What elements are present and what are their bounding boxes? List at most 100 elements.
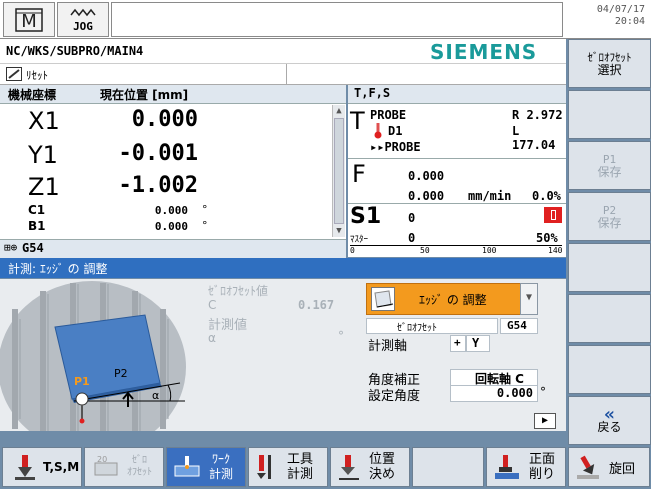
edge-method-icon	[371, 287, 395, 311]
feed-unit: mm/min	[468, 189, 512, 203]
datetime: 04/07/17 20:04	[597, 4, 645, 28]
zero-offset-icon: 20	[94, 455, 118, 476]
softkey-p1-save[interactable]: P1 保存	[568, 141, 651, 190]
axis-value: -0.001	[118, 141, 198, 166]
softkey-face-milling-label2: 削り	[529, 467, 556, 482]
top-bar: M JOG 04/07/17 20:04	[0, 0, 651, 39]
softkey-zero-offset-select[interactable]: ｾﾞﾛｵﾌｾｯﾄ 選択	[568, 39, 651, 88]
softkey-p2-save[interactable]: P2 保存	[568, 192, 651, 241]
axis-unit: °	[202, 203, 208, 216]
feed-letter: F	[352, 160, 366, 188]
back-chevron-icon: «	[604, 403, 615, 425]
axis-panel-title: 機械座標	[8, 88, 57, 102]
softkey-blank-6[interactable]	[568, 294, 651, 343]
softkey-work-measure[interactable]: ﾜｰｸ 計測	[166, 447, 246, 487]
c-label: C	[208, 298, 217, 312]
axis-name: C1	[28, 203, 46, 217]
softkey-zero-offset-label2: ｵﾌｾｯﾄ	[127, 467, 152, 478]
axis-value: 0.000	[154, 220, 188, 233]
set-angle-label: 設定角度	[368, 389, 421, 404]
softkey-swivel[interactable]: 旋回	[568, 447, 650, 487]
softkey-zero-offset-label1: ｾﾞﾛ	[132, 455, 147, 466]
softkey-blank-7[interactable]	[568, 345, 651, 394]
axis-row-z1: Z1 -1.002	[0, 171, 330, 201]
axis-value: 0.000	[154, 204, 188, 217]
feed-set: 0.000	[408, 189, 445, 203]
softkey-blank-2[interactable]	[568, 90, 651, 139]
scroll-up-icon[interactable]: ▲	[333, 105, 345, 117]
softkey-tool-measure[interactable]: 工具 計測	[248, 447, 328, 487]
jog-label: JOG	[73, 20, 93, 33]
chevron-down-icon[interactable]: ▼	[520, 283, 538, 315]
softkey-p1-save-label2: 保存	[597, 164, 622, 179]
diagram-p1-label: P1	[74, 375, 90, 388]
jog-mode-button[interactable]: JOG	[57, 2, 109, 37]
softkey-blank-5[interactable]	[568, 243, 651, 292]
softkey-work-measure-label2: 計測	[209, 467, 234, 481]
measure-method-value: ｴｯｼﾞ の 調整	[419, 293, 487, 307]
axis-value: 0.000	[131, 107, 198, 132]
axis-name: Y1	[28, 141, 58, 169]
feed-override: 0.0%	[532, 189, 561, 203]
zero-offset-field[interactable]: G54	[500, 318, 538, 334]
scroll-down-icon[interactable]: ▼	[333, 225, 345, 237]
path-bar: NC/WKS/SUBPRO/MAIN4 SIEMENS	[0, 39, 566, 64]
edge-measure-diagram: P1 P2 α	[0, 281, 186, 431]
softkey-positioning[interactable]: 位置 決め	[330, 447, 410, 487]
zero-offset-label-box: ｾﾞﾛｵﾌｾｯﾄ	[366, 318, 498, 334]
machine-mode-button[interactable]: M	[3, 2, 55, 37]
softkey-back[interactable]: «戻る	[568, 396, 651, 445]
softkey-tool-measure-label1: 工具	[287, 452, 314, 467]
axis-select-field[interactable]: Y	[466, 335, 490, 352]
work-offset-bar: ⊞⊕ G54	[0, 239, 346, 258]
softkey-zero-offset[interactable]: 20 ｾﾞﾛ ｵﾌｾｯﾄ	[84, 447, 164, 487]
softkey-p2-save-label2: 保存	[597, 215, 622, 230]
axis-row-b1: B1 0.000 °	[0, 219, 330, 235]
time: 20:04	[614, 16, 645, 27]
tfs-panel: T,F,S T PROBE R 2.972 D1 L 177.04 ▸▸PROB…	[348, 85, 566, 257]
position-header: 現在位置 [mm]	[100, 88, 189, 102]
softkey-face-milling[interactable]: 正面 削り	[486, 447, 566, 487]
tool-name: PROBE	[370, 108, 407, 122]
diagram-alpha-label: α	[152, 389, 159, 402]
axis-panel: 機械座標 現在位置 [mm] X1 0.000 Y1 -0.001 Z1 -1.002 C1…	[0, 85, 346, 258]
scroll-thumb[interactable]	[334, 118, 344, 224]
more-arrow-icon[interactable]: ▶	[534, 413, 556, 429]
axis-name: Z1	[28, 173, 60, 201]
axis-sign-field[interactable]: +	[450, 335, 466, 352]
softkey-empty[interactable]	[412, 447, 484, 487]
tool-probe-icon	[374, 123, 382, 139]
spindle-master-label: ﾏｽﾀｰ	[350, 235, 369, 245]
angle-correction-field[interactable]: 回転軸 C	[450, 369, 538, 386]
spindle-scale	[350, 245, 562, 246]
softkey-tsm-label: T,S,M	[43, 460, 80, 474]
axis-name: X1	[28, 107, 60, 135]
machine-icon: M	[15, 7, 43, 32]
axis-row-c1: C1 0.000 °	[0, 203, 330, 219]
svg-text:20: 20	[97, 455, 107, 464]
softkey-tsm[interactable]: T,S,M	[2, 447, 82, 487]
softkey-positioning-label2: 決め	[369, 467, 396, 482]
swivel-icon	[577, 455, 599, 479]
axis-panel-header: 機械座標 現在位置 [mm]	[0, 85, 346, 104]
next-tool: ▸▸PROBE	[370, 140, 421, 154]
spindle-set: 0	[408, 231, 416, 245]
measure-method-dropdown[interactable]: ｴｯｼﾞ の 調整	[366, 283, 522, 315]
zero-offset-value: G54	[507, 319, 527, 332]
softkey-tool-measure-label2: 計測	[287, 467, 314, 482]
softkey-face-milling-label1: 正面	[529, 452, 556, 467]
program-path: NC/WKS/SUBPRO/MAIN4	[6, 44, 144, 58]
tool-edge: D1	[388, 124, 403, 138]
work-measure-icon	[174, 456, 200, 477]
tool-radius: R 2.972	[512, 108, 563, 122]
jog-icon	[70, 8, 96, 17]
set-angle-field[interactable]: 0.000	[450, 385, 538, 402]
tfs-title: T,F,S	[354, 86, 391, 100]
diagram-p2-label: P2	[114, 367, 128, 380]
softkey-p1-save-label1: P1	[602, 152, 617, 166]
scale-tick-label: 140	[548, 246, 563, 255]
axis-scrollbar[interactable]: ▲ ▼	[332, 105, 345, 237]
tool-measure-icon	[257, 455, 271, 479]
softkey-zero-offset-select-label2: 選択	[597, 62, 622, 77]
tsm-icon	[15, 455, 35, 480]
